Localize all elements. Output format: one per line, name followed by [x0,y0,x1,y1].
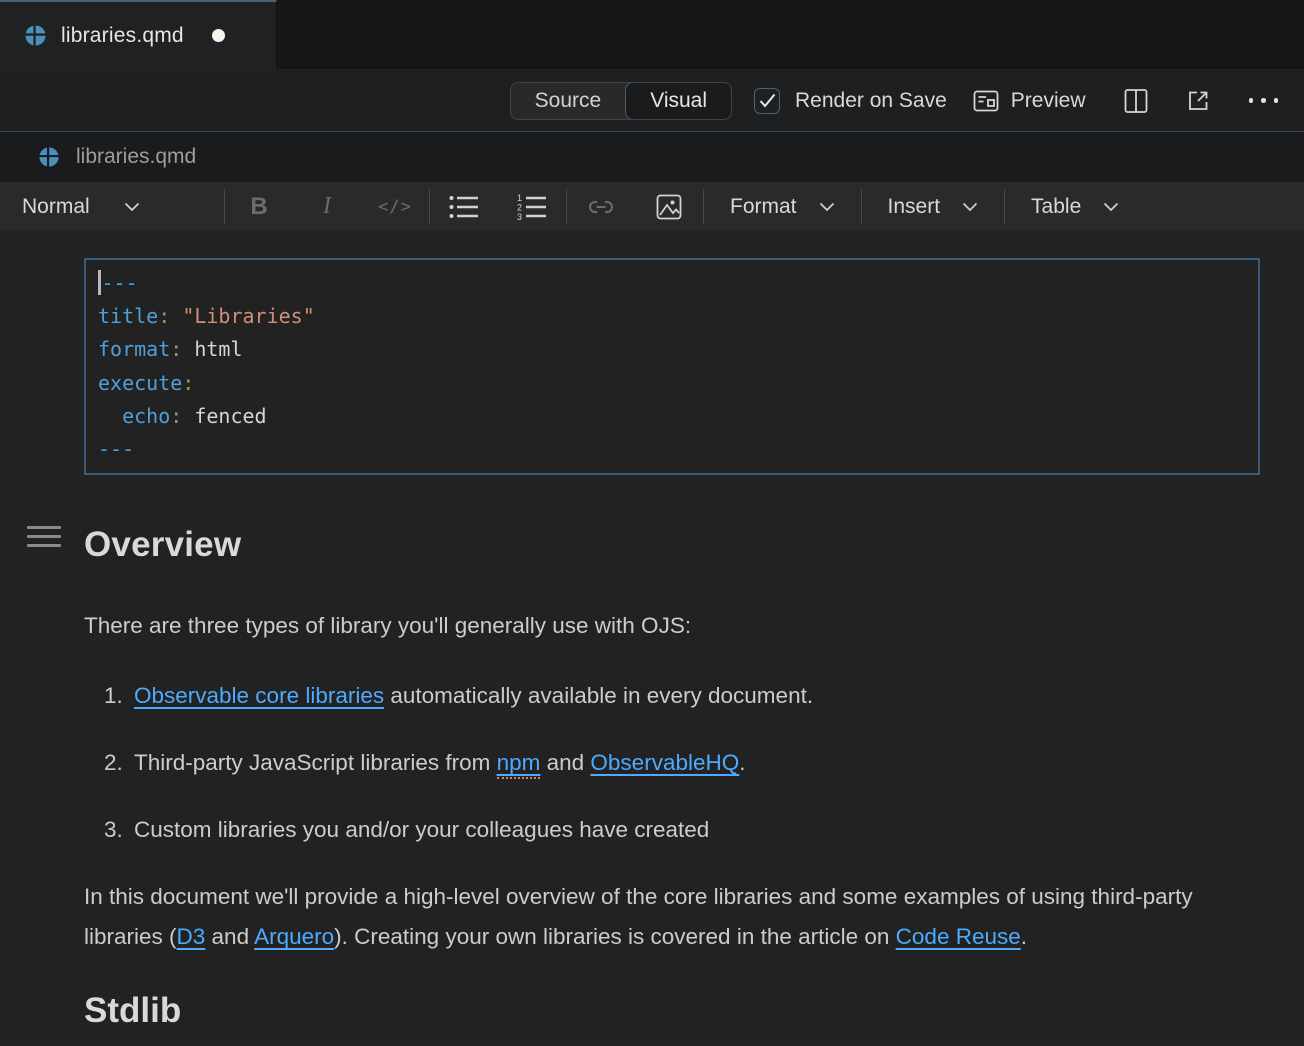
split-editor-button[interactable] [1124,88,1148,114]
chevron-down-icon [962,202,978,212]
tab-libraries-qmd[interactable]: libraries.qmd [0,0,277,69]
code-line: execute: [98,367,1246,400]
visual-editor-canvas[interactable]: ---title: "Libraries"format: htmlexecute… [0,258,1304,1046]
breadcrumb-file[interactable]: libraries.qmd [76,145,196,169]
list-item-number: 3. [104,810,134,850]
document-body: Overview There are three types of librar… [0,525,1304,1031]
svg-text:3: 3 [517,212,522,220]
yaml-token: : [170,404,182,428]
yaml-token [98,404,122,428]
render-on-save-checkbox[interactable] [754,88,780,114]
yaml-token: : [182,371,194,395]
code-line: title: "Libraries" [98,300,1246,333]
list-item-number: 2. [104,743,134,783]
paragraph-style-dropdown[interactable]: Normal [0,195,224,219]
bullet-list-icon [449,194,479,220]
link-arquero[interactable]: Arquero [254,924,334,949]
link-observable-core-libraries[interactable]: Observable core libraries [134,683,384,708]
check-icon [759,93,776,108]
table-menu-label: Table [1031,195,1081,219]
italic-button[interactable]: I [293,193,361,220]
code-line: --- [98,267,1246,300]
breadcrumb: libraries.qmd [0,132,1304,183]
yaml-token: --- [98,437,134,461]
svg-text:2: 2 [517,202,522,212]
list-item: 3.Custom libraries you and/or your colle… [104,810,1220,850]
block-drag-handle-icon[interactable] [27,526,61,553]
list-item: 1.Observable core libraries automaticall… [104,676,1220,716]
open-external-button[interactable] [1186,88,1211,113]
code-button[interactable]: </> [361,197,429,217]
preview-label: Preview [1011,89,1086,113]
more-actions-button[interactable] [1249,98,1279,103]
yaml-token: echo [122,404,170,428]
source-visual-toggle: Source Visual [510,82,732,120]
code-line: --- [98,433,1246,466]
insert-menu-label: Insert [888,195,941,219]
modified-indicator [212,29,225,42]
quarto-icon [24,24,47,47]
image-button[interactable] [635,194,703,220]
split-editor-icon [1124,88,1148,114]
tab-bar: libraries.qmd [0,0,1304,70]
quarto-icon [38,146,60,168]
chevron-down-icon [819,202,835,212]
yaml-token: format [98,337,170,361]
yaml-token: title [98,304,158,328]
link-icon [587,195,615,219]
visual-mode-button[interactable]: Visual [625,82,732,120]
numbered-list-button[interactable]: 1 2 3 [498,194,566,220]
image-icon [656,194,682,220]
link-code-reuse[interactable]: Code Reuse [896,924,1021,949]
paragraph-style-value: Normal [22,195,90,219]
link-d3[interactable]: D3 [177,924,206,949]
yaml-token: --- [102,271,138,295]
yaml-token: "Libraries" [182,304,314,328]
list-item-text: Observable core libraries automatically … [134,676,813,716]
link-npm[interactable]: npm [497,750,541,779]
tab-title: libraries.qmd [61,24,184,48]
list-item-text: Third-party JavaScript libraries from np… [134,743,746,783]
yaml-token: execute [98,371,182,395]
table-menu[interactable]: Table [1005,195,1145,219]
code-line: format: html [98,333,1246,366]
chevron-down-icon [1103,202,1119,212]
preview-icon [973,89,999,113]
render-on-save-label: Render on Save [795,89,947,113]
ellipsis-icon [1249,98,1279,103]
yaml-front-matter-block[interactable]: ---title: "Libraries"format: htmlexecute… [84,258,1260,475]
yaml-token: : [158,304,170,328]
yaml-token: fenced [182,404,266,428]
open-external-icon [1186,88,1211,113]
insert-menu[interactable]: Insert [862,195,1005,219]
text-cursor [98,270,101,295]
source-mode-button[interactable]: Source [511,83,626,119]
chevron-down-icon [124,202,140,212]
code-line: echo: fenced [98,400,1246,433]
list-item-number: 1. [104,676,134,716]
yaml-token [170,304,182,328]
link-observablehq[interactable]: ObservableHQ [590,750,739,775]
heading-overview: Overview [84,525,1304,565]
preview-button[interactable]: Preview [973,89,1086,113]
intro-paragraph: There are three types of library you'll … [84,606,1220,646]
numbered-list-icon: 1 2 3 [517,194,547,220]
format-menu-label: Format [730,195,797,219]
yaml-token: html [182,337,242,361]
bold-button[interactable]: B [225,193,293,221]
format-menu[interactable]: Format [704,195,861,219]
editor-header: Source Visual Render on Save Preview [0,70,1304,132]
render-on-save-control: Render on Save [754,88,947,114]
library-types-list: 1.Observable core libraries automaticall… [104,676,1220,850]
bullet-list-button[interactable] [430,194,498,220]
heading-stdlib-partial: Stdlib [84,991,1304,1031]
list-item-text: Custom libraries you and/or your colleag… [134,810,709,850]
closing-paragraph: In this document we'll provide a high-le… [84,877,1224,957]
formatting-toolbar: Normal B I </> 1 2 3 [0,183,1304,230]
link-button[interactable] [567,195,635,219]
list-item: 2.Third-party JavaScript libraries from … [104,743,1220,783]
yaml-token: : [170,337,182,361]
